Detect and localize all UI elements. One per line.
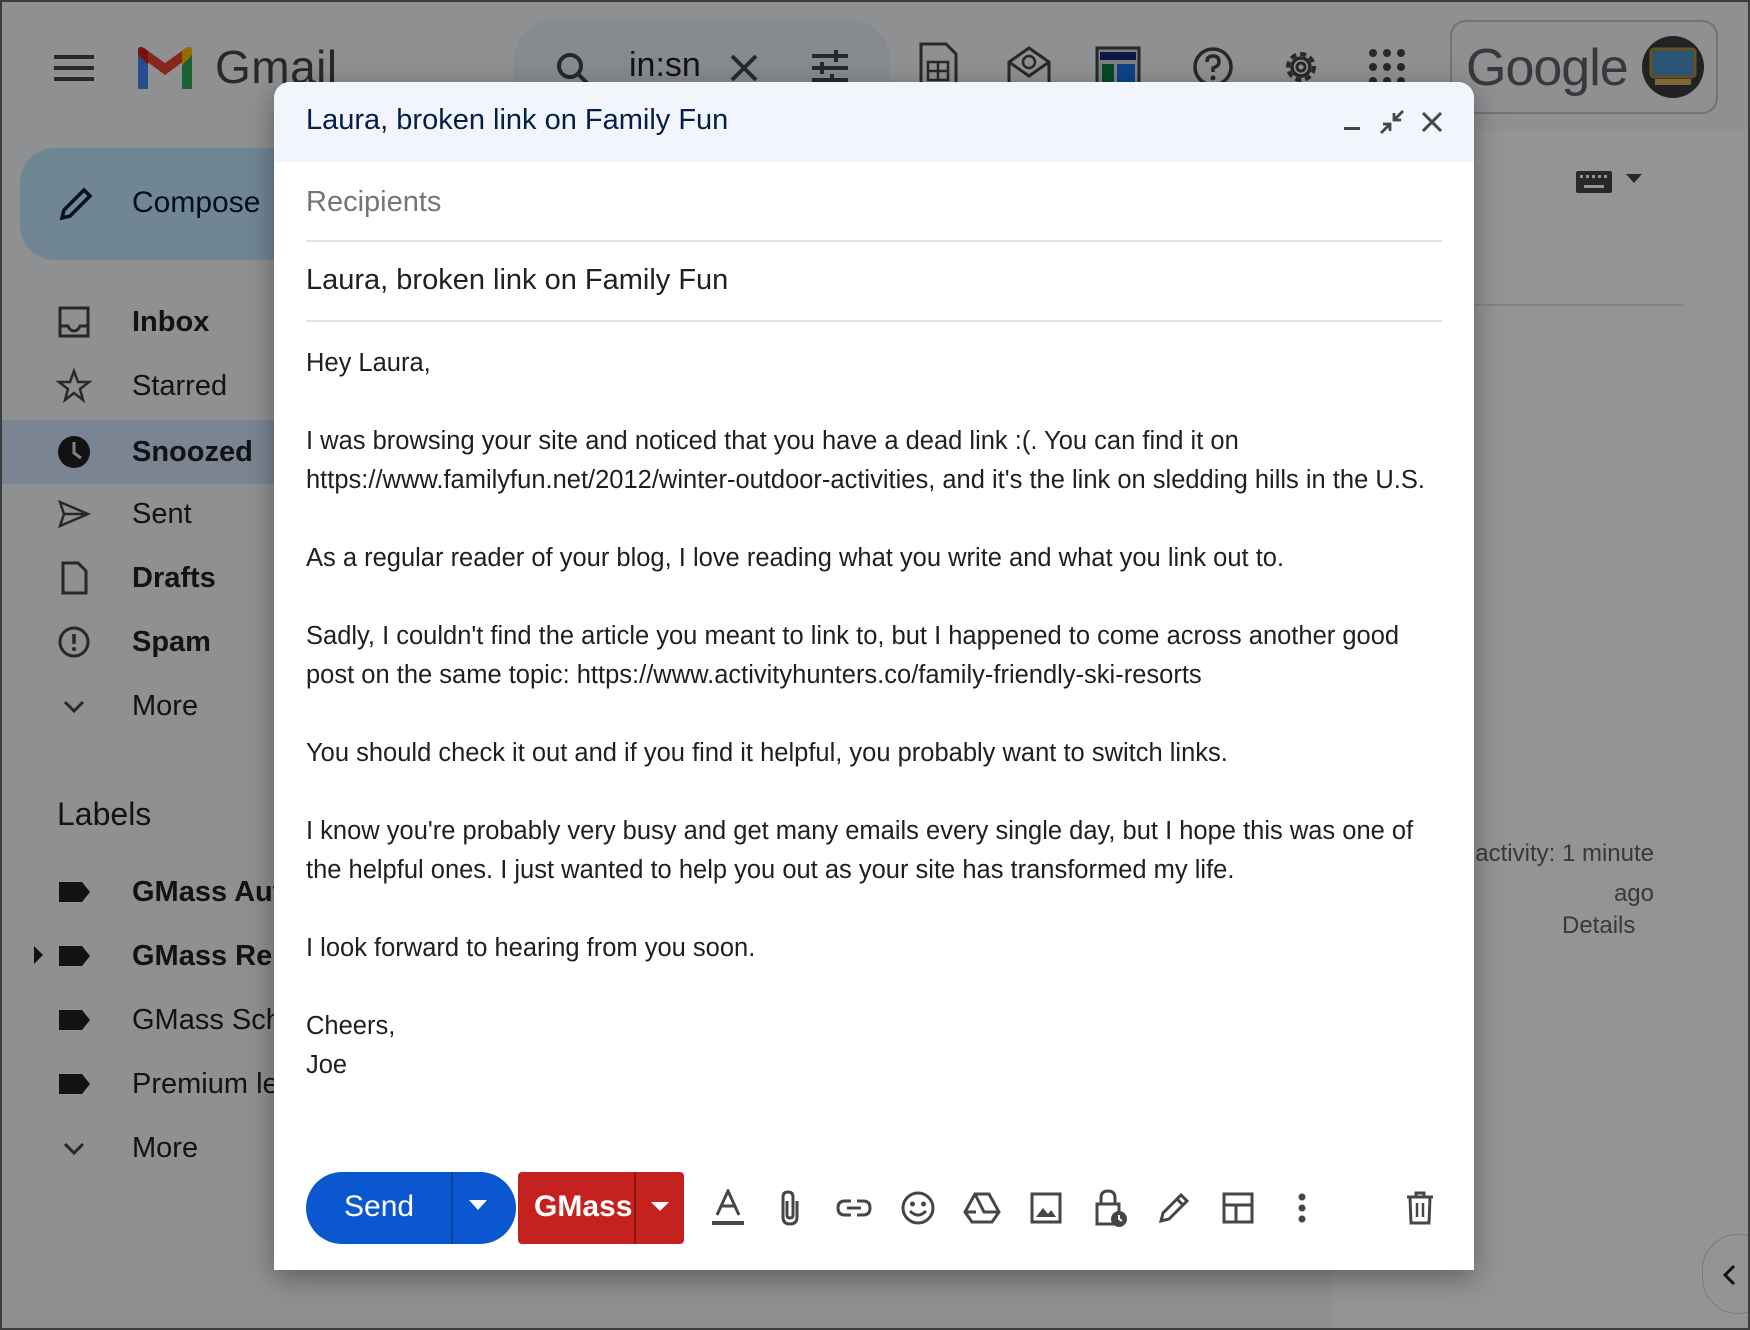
send-divider bbox=[451, 1172, 453, 1244]
message-body[interactable]: Hey Laura, I was browsing your site and … bbox=[306, 344, 1446, 1085]
gmass-label: GMass bbox=[534, 1190, 633, 1223]
body-signature: Joe bbox=[306, 1051, 348, 1079]
google-drive-icon[interactable] bbox=[962, 1188, 1002, 1228]
recipients-placeholder[interactable]: Recipients bbox=[306, 186, 441, 219]
compose-dialog: Laura, broken link on Family Fun Recipie… bbox=[274, 82, 1474, 1270]
subject-input[interactable]: Laura, broken link on Family Fun bbox=[306, 264, 728, 297]
send-label: Send bbox=[344, 1190, 415, 1223]
insert-link-icon[interactable] bbox=[834, 1188, 874, 1228]
insert-signature-icon[interactable] bbox=[1154, 1188, 1194, 1228]
layouts-icon[interactable] bbox=[1218, 1188, 1258, 1228]
body-greeting: Hey Laura, bbox=[306, 349, 431, 377]
emoji-icon[interactable] bbox=[898, 1188, 938, 1228]
more-options-icon[interactable] bbox=[1282, 1188, 1322, 1228]
body-paragraph: You should check it out and if you find … bbox=[306, 739, 1228, 767]
formatting-options-icon[interactable] bbox=[708, 1188, 748, 1228]
exit-full-screen-icon[interactable] bbox=[1372, 102, 1412, 142]
gmass-button[interactable]: GMass bbox=[518, 1172, 684, 1244]
recipients-field[interactable] bbox=[306, 162, 1442, 242]
compose-header[interactable]: Laura, broken link on Family Fun bbox=[274, 82, 1474, 162]
discard-draft-icon[interactable] bbox=[1400, 1188, 1440, 1228]
body-paragraph: I was browsing your site and noticed tha… bbox=[306, 427, 1425, 494]
body-paragraph: I know you're probably very busy and get… bbox=[306, 817, 1414, 884]
close-icon[interactable] bbox=[1412, 102, 1452, 142]
gmass-divider bbox=[634, 1172, 636, 1244]
body-paragraph: As a regular reader of your blog, I love… bbox=[306, 544, 1285, 572]
send-button[interactable]: Send bbox=[306, 1172, 516, 1244]
schedule-send-dropdown-icon[interactable] bbox=[469, 1200, 487, 1210]
minimize-icon[interactable] bbox=[1332, 102, 1372, 142]
body-paragraph: Sadly, I couldn't find the article you m… bbox=[306, 622, 1400, 689]
gmass-settings-dropdown-icon[interactable] bbox=[651, 1202, 669, 1211]
insert-photo-icon[interactable] bbox=[1026, 1188, 1066, 1228]
body-signoff: Cheers, bbox=[306, 1012, 396, 1040]
body-paragraph: I look forward to hearing from you soon. bbox=[306, 934, 756, 962]
compose-title: Laura, broken link on Family Fun bbox=[306, 104, 729, 136]
confidential-mode-icon[interactable] bbox=[1090, 1188, 1130, 1228]
attach-file-icon[interactable] bbox=[770, 1188, 810, 1228]
